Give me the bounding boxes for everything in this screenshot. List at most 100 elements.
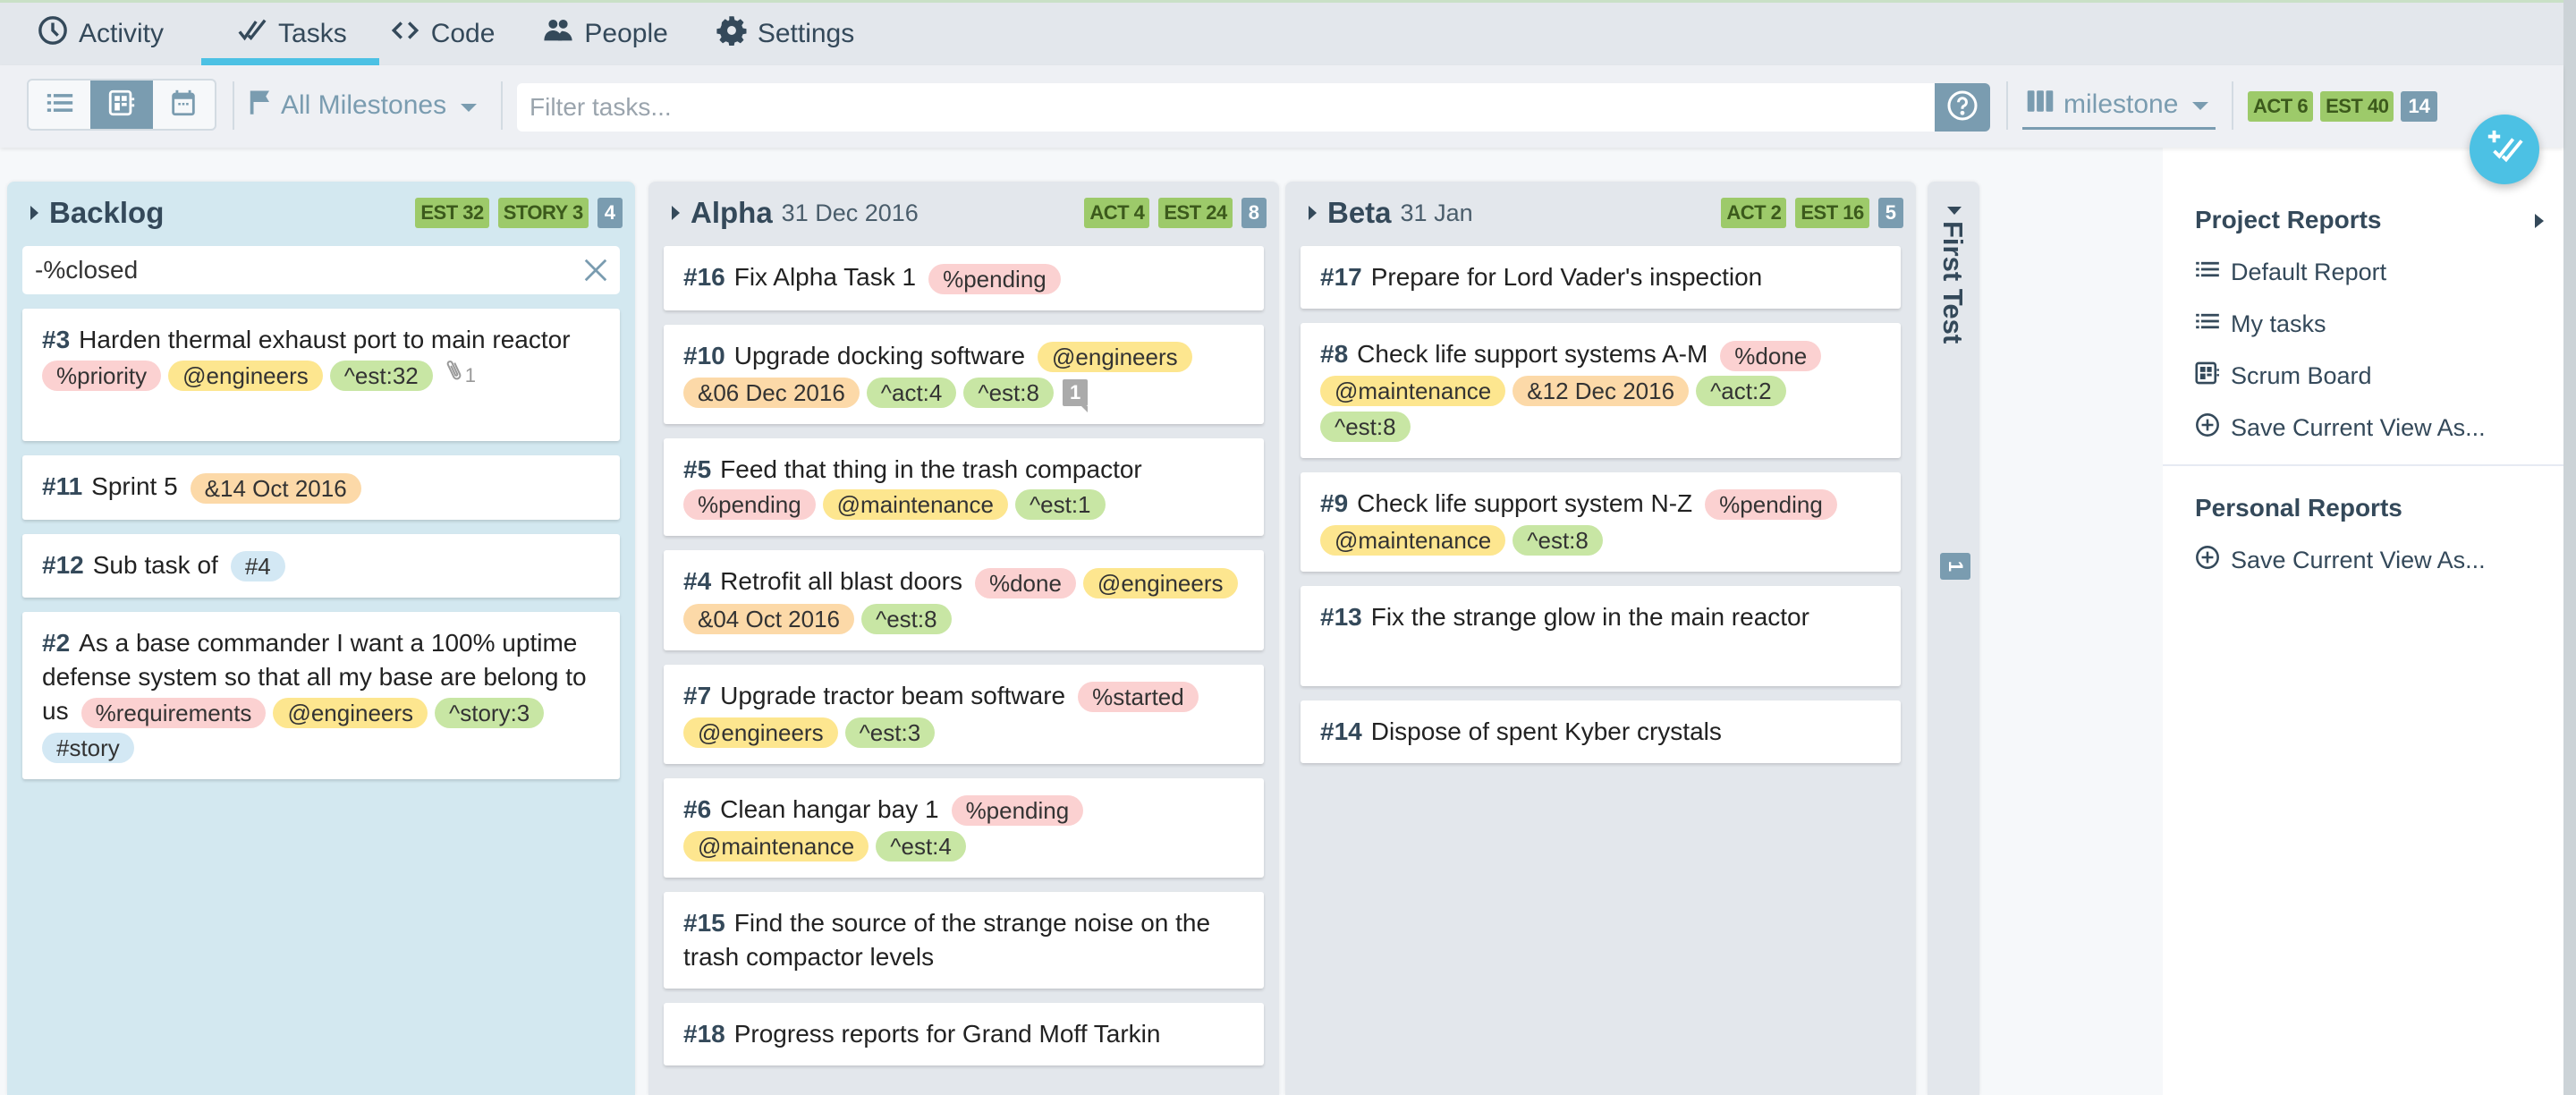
task-title: Check life support system N-Z <box>1357 488 1693 517</box>
task-card[interactable]: #12 Sub task of #4 <box>22 533 620 598</box>
tag-date[interactable]: &12 Dec 2016 <box>1513 376 1690 407</box>
tag-status[interactable]: %done <box>974 568 1076 599</box>
backlog-filter <box>22 246 620 294</box>
task-card[interactable]: #3 Harden thermal exhaust port to main re… <box>22 309 620 441</box>
tag-est[interactable]: ^est:8 <box>1320 411 1411 442</box>
tag-status[interactable]: %pending <box>928 263 1061 294</box>
tag-est[interactable]: ^est:4 <box>876 831 966 862</box>
task-card[interactable]: #4 Retrofit all blast doors %done @engineer… <box>664 550 1264 650</box>
project-reports-heading[interactable]: Project Reports <box>2195 194 2563 246</box>
task-number: #13 <box>1320 603 1362 632</box>
tab-activity[interactable]: Activity <box>27 3 201 65</box>
personal-reports-section: Personal Reports Save Current View As... <box>2163 482 2563 586</box>
caret-right-icon <box>672 206 680 220</box>
calendar-view-button[interactable] <box>153 81 215 129</box>
tag-ref[interactable]: #story <box>42 733 134 764</box>
tab-code[interactable]: Code <box>379 3 533 65</box>
list-view-button[interactable] <box>29 81 90 129</box>
task-card[interactable]: #7 Upgrade tractor beam software %started @… <box>664 664 1264 764</box>
tag-status[interactable]: %started <box>1078 682 1199 713</box>
report-my-tasks[interactable]: My tasks <box>2195 298 2563 350</box>
tag-person[interactable]: @maintenance <box>1320 376 1506 407</box>
backlog-filter-input[interactable] <box>22 256 620 284</box>
task-card[interactable]: #2 As a base commander I want a 100% upti… <box>22 612 620 780</box>
tag-person[interactable]: @engineers <box>168 361 323 391</box>
report-default[interactable]: Default Report <box>2195 246 2563 298</box>
tag-est[interactable]: ^est:3 <box>844 717 936 748</box>
tag-est[interactable]: ^story:3 <box>435 697 545 728</box>
tag-status[interactable]: %pending <box>951 795 1084 827</box>
tag-date[interactable]: &06 Dec 2016 <box>683 377 860 408</box>
task-title: Dispose of spent Kyber crystals <box>1370 717 1722 746</box>
task-card[interactable]: #14 Dispose of spent Kyber crystals <box>1301 700 1901 764</box>
tag-person[interactable]: @maintenance <box>822 489 1008 521</box>
column-header[interactable]: Alpha 31 Dec 2016 ACT 4 EST 24 8 <box>648 191 1279 235</box>
save-view-project-button[interactable]: Save Current View As... <box>2195 402 2563 454</box>
tag-person[interactable]: @engineers <box>1038 342 1192 373</box>
tag-person[interactable]: @engineers <box>1082 568 1238 599</box>
tag-status[interactable]: %pending <box>1705 489 1837 521</box>
task-card[interactable]: #10 Upgrade docking software @engineers&06… <box>664 324 1264 424</box>
column-first-test-collapsed[interactable]: First Test 1 <box>1928 182 1979 1095</box>
chevron-down-icon <box>2192 102 2209 110</box>
tag-est[interactable]: ^est:32 <box>329 361 433 391</box>
tag-est[interactable]: ^est:8 <box>963 377 1054 408</box>
task-card[interactable]: #16 Fix Alpha Task 1 %pending <box>664 246 1264 310</box>
tab-settings[interactable]: Settings <box>706 3 892 65</box>
tab-tasks[interactable]: Tasks <box>201 3 379 65</box>
tag-ref[interactable]: #4 <box>230 551 285 582</box>
column-header[interactable]: Backlog EST 32 STORY 3 4 <box>7 191 635 235</box>
column-body: #17 Prepare for Lord Vader's inspection #8… <box>1301 246 1901 777</box>
close-icon[interactable] <box>582 257 609 284</box>
task-card[interactable]: #8 Check life support systems A-M %done @ma… <box>1301 323 1901 458</box>
task-card[interactable]: #13 Fix the strange glow in the main reac… <box>1301 586 1901 687</box>
tag-est[interactable]: ^est:8 <box>1513 525 1603 556</box>
column-header[interactable]: Beta 31 Jan ACT 2 EST 16 5 <box>1285 191 1916 235</box>
task-number: #9 <box>1320 488 1349 517</box>
tag-person[interactable]: @engineers <box>273 697 428 728</box>
save-view-personal-button[interactable]: Save Current View As... <box>2195 534 2563 586</box>
attachment-count: 1 <box>464 364 477 386</box>
tab-label: Activity <box>79 19 165 48</box>
tab-people[interactable]: People <box>532 3 705 65</box>
task-number: #7 <box>683 681 712 709</box>
filter-tasks-input[interactable] <box>517 83 1935 132</box>
task-card[interactable]: #6 Clean hangar bay 1 %pending @maintenance… <box>664 777 1264 879</box>
tag-est[interactable]: ^act:2 <box>1696 376 1786 407</box>
tag-date[interactable]: &04 Oct 2016 <box>683 603 854 634</box>
column-backlog: Backlog EST 32 STORY 3 4 #3 Harden therma… <box>7 182 635 1095</box>
filter-help-button[interactable] <box>1935 83 1990 132</box>
column-date: 31 Jan <box>1400 199 1473 226</box>
tag-status[interactable]: %pending <box>683 489 816 521</box>
board-view-button[interactable] <box>90 81 153 129</box>
task-card[interactable]: #11 Sprint 5 &14 Oct 2016 <box>22 455 620 520</box>
tag-person[interactable]: @engineers <box>683 717 838 748</box>
tag-status[interactable]: %requirements <box>80 697 267 728</box>
caret-right-icon <box>1309 206 1317 220</box>
milestone-filter-dropdown[interactable]: All Milestones <box>249 81 478 130</box>
tag-est[interactable]: ^act:4 <box>866 377 957 408</box>
caret-right-icon[interactable] <box>2535 214 2544 228</box>
task-card[interactable]: #9 Check life support system N-Z %pending @… <box>1301 471 1901 573</box>
task-title: Clean hangar bay 1 <box>720 794 939 823</box>
column-badges: ACT 2 EST 16 5 <box>1721 198 1903 228</box>
add-task-button[interactable] <box>2470 115 2539 184</box>
attachment-indicator: 1 <box>444 357 476 395</box>
tag-est[interactable]: ^est:8 <box>861 603 952 634</box>
tag-est[interactable]: ^est:1 <box>1014 489 1106 521</box>
task-card[interactable]: #17 Prepare for Lord Vader's inspection <box>1301 246 1901 309</box>
group-by-dropdown[interactable]: milestone <box>2022 81 2216 130</box>
task-card[interactable]: #5 Feed that thing in the trash compactor… <box>664 437 1264 537</box>
task-card[interactable]: #18 Progress reports for Grand Moff Tarki… <box>664 1003 1264 1066</box>
tag-person[interactable]: @maintenance <box>683 831 869 862</box>
scrollbar[interactable] <box>2563 0 2576 1095</box>
report-label: Save Current View As... <box>2231 546 2486 573</box>
count-badge: 1 <box>1940 553 1970 580</box>
task-card[interactable]: #15 Find the source of the strange noise … <box>664 892 1264 989</box>
tag-person[interactable]: @maintenance <box>1320 525 1506 556</box>
tag-date[interactable]: &14 Oct 2016 <box>190 472 361 504</box>
tag-status[interactable]: %done <box>1720 340 1822 371</box>
tag-status[interactable]: %priority <box>42 361 162 391</box>
people-icon <box>543 15 573 53</box>
report-scrum-board[interactable]: Scrum Board <box>2195 350 2563 402</box>
